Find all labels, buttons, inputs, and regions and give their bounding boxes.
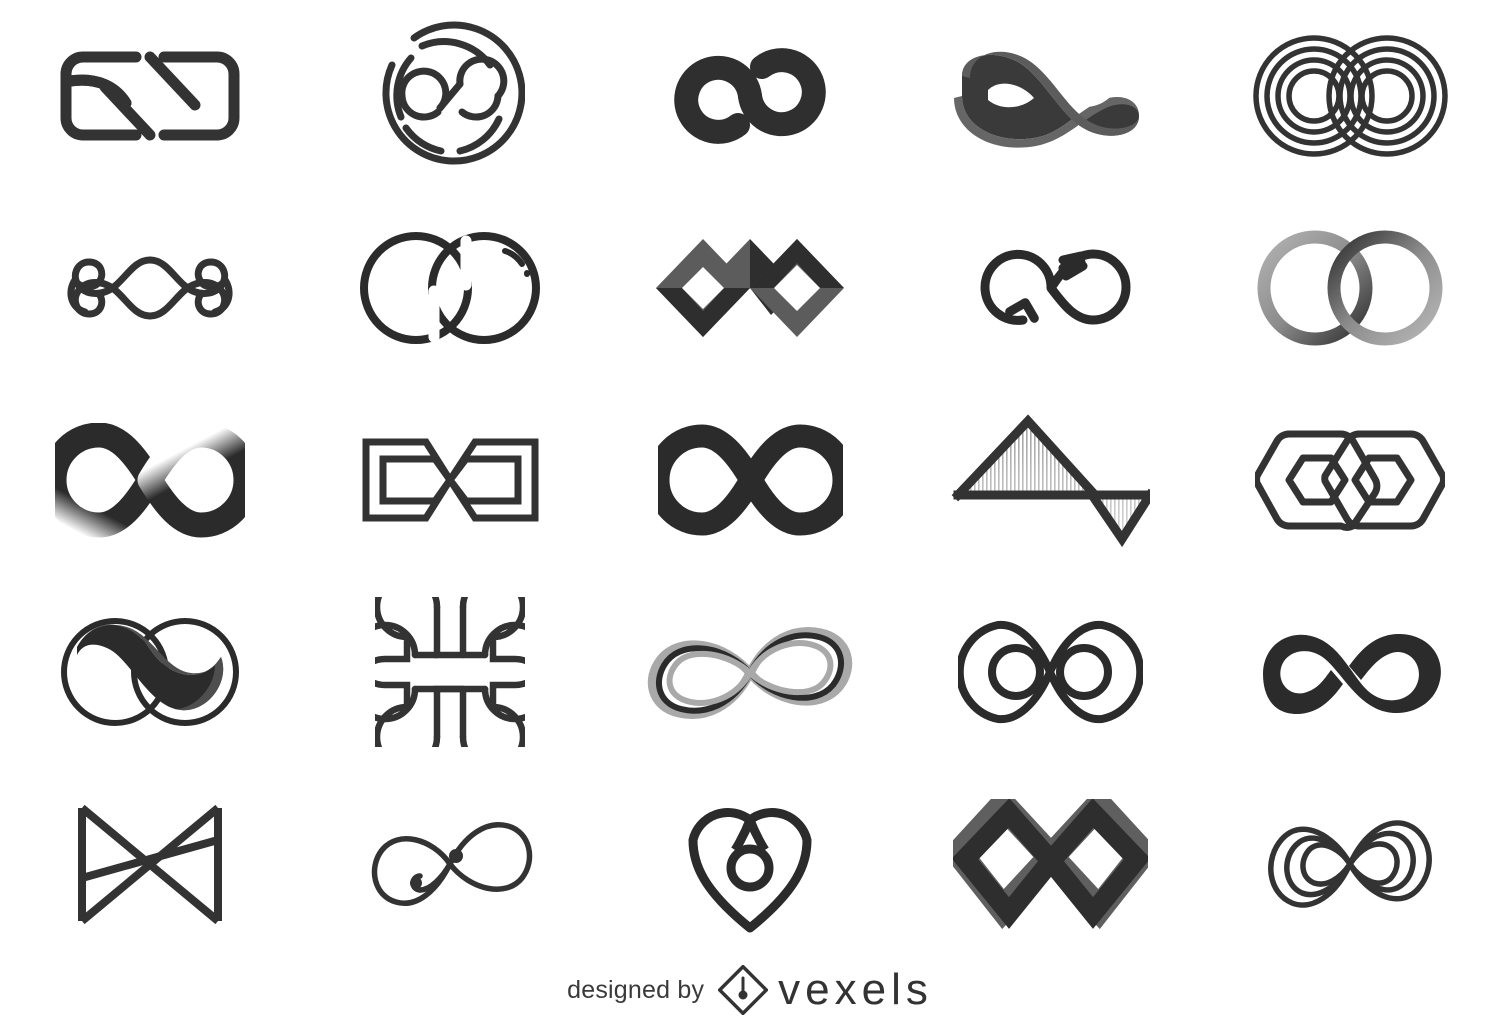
- icon-cell-geometric-bowtie-lines-infinity[interactable]: [0, 768, 300, 960]
- icon-cell-circle-enclosed-segmented-infinity[interactable]: [300, 0, 600, 192]
- icon-cell-tapered-brush-infinity[interactable]: [1200, 576, 1500, 768]
- icon-cell-concentric-rounded-knot-infinity[interactable]: [1200, 768, 1500, 960]
- icon-cell-rectangular-angular-infinity[interactable]: [300, 384, 600, 576]
- icon-cell-thick-open-loop-infinity[interactable]: [600, 0, 900, 192]
- designed-by-label: designed by: [567, 975, 705, 1004]
- icon-cell-hexagon-interlock-infinity[interactable]: [1200, 384, 1500, 576]
- icon-cell-gradient-rings-infinity[interactable]: [1200, 192, 1500, 384]
- icon-cell-double-ring-outline-infinity[interactable]: [900, 576, 1200, 768]
- icon-cell-angular-diamond-facet-infinity[interactable]: [600, 192, 900, 384]
- icon-cell-dotted-terminal-loop-infinity[interactable]: [300, 768, 600, 960]
- icon-cell-isometric-diamond-infinity[interactable]: [900, 768, 1200, 960]
- vexels-brand[interactable]: vexels: [718, 965, 933, 1015]
- icon-cell-concentric-rings-infinity[interactable]: [1200, 0, 1500, 192]
- icon-cell-arrow-recycle-infinity[interactable]: [900, 192, 1200, 384]
- icon-grid: [0, 0, 1500, 960]
- icon-cell-gradient-fade-infinity[interactable]: [0, 384, 300, 576]
- footer-credit: designed by vexels: [0, 952, 1500, 1028]
- vexels-wordmark: vexels: [778, 965, 933, 1014]
- icon-cell-celtic-double-loop-knot-infinity[interactable]: [0, 192, 300, 384]
- icon-cell-heart-pin-infinity[interactable]: [600, 768, 900, 960]
- diamond-pen-nib-icon: [718, 965, 769, 1015]
- icon-cell-four-fold-celtic-square-knot[interactable]: [300, 576, 600, 768]
- infinity-logo-collection-sheet: designed by vexels: [0, 0, 1500, 1028]
- icon-cell-bold-closed-loop-infinity[interactable]: [600, 384, 900, 576]
- icon-cell-circles-with-ribbon-band-infinity[interactable]: [0, 576, 300, 768]
- icon-cell-triangle-wave-hatched-infinity[interactable]: [900, 384, 1200, 576]
- icon-cell-mobius-ribbon-infinity[interactable]: [900, 0, 1200, 192]
- icon-cell-layered-thin-loops-infinity[interactable]: [600, 576, 900, 768]
- icon-cell-overlapping-circles-infinity[interactable]: [300, 192, 600, 384]
- icon-cell-rounded-rectangle-knot-infinity[interactable]: [0, 0, 300, 192]
